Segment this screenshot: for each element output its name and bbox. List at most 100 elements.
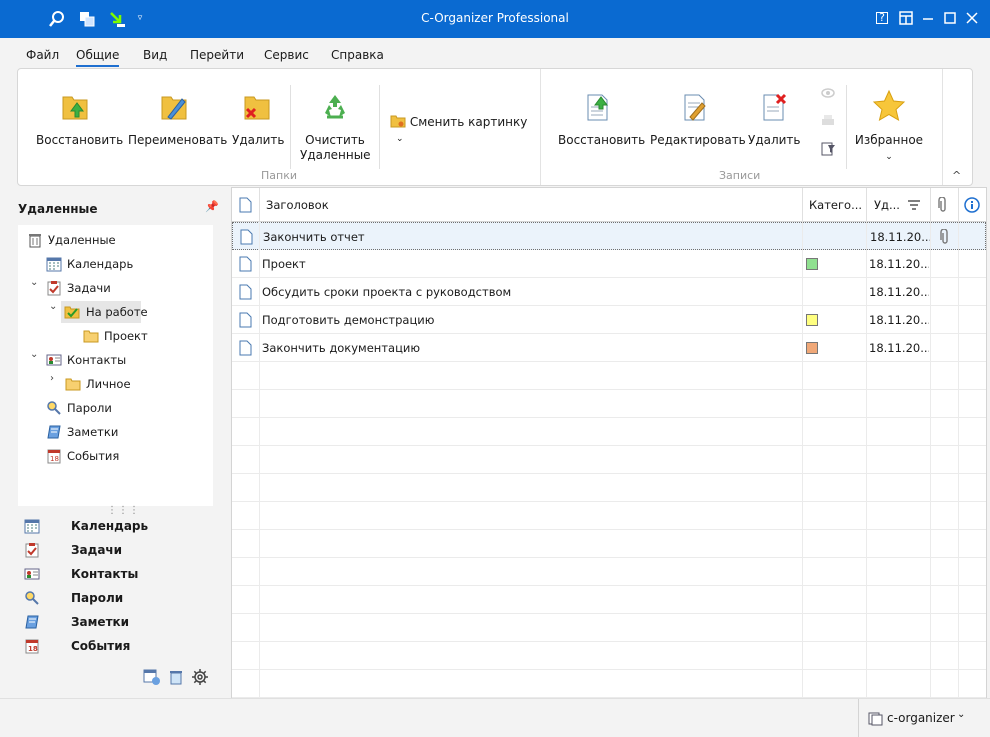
- table-row[interactable]: Закончить отчет 18.11.20...: [232, 222, 986, 250]
- restore-folder-button[interactable]: Восстановить: [36, 91, 123, 148]
- tasks-icon: [47, 281, 61, 296]
- pin-icon[interactable]: 📌: [205, 200, 219, 213]
- folder-delete-icon: [244, 96, 270, 120]
- ribbon-separator: [290, 85, 291, 169]
- minimize-icon[interactable]: [920, 10, 936, 26]
- database-selector[interactable]: c-organizer ⌄: [858, 699, 978, 737]
- grid-header: Заголовок Катего... Уд...: [232, 188, 986, 222]
- records-group-label: Записи: [719, 169, 761, 182]
- notes-icon: [25, 615, 39, 629]
- recycle-icon: [325, 95, 345, 119]
- chevron-down-icon[interactable]: ⌄: [30, 277, 38, 288]
- tree-item-label: Пароли: [67, 401, 112, 415]
- menu-go[interactable]: Перейти: [190, 48, 244, 62]
- chevron-down-icon: ⌄: [885, 152, 893, 162]
- calendar-settings-icon[interactable]: [143, 668, 161, 686]
- layout-icon[interactable]: [898, 10, 914, 26]
- window-title: C-Organizer Professional: [421, 11, 569, 25]
- row-date: 18.11.20...: [869, 285, 929, 299]
- favorites-button[interactable]: Избранное ⌄: [854, 89, 924, 165]
- restore-record-button[interactable]: Восстановить: [558, 91, 645, 148]
- folder-icon: [65, 378, 81, 391]
- nav-label: Задачи: [71, 543, 123, 557]
- folder-rename-icon: [161, 96, 187, 120]
- favorites-label: Избранное: [854, 133, 924, 147]
- table-row[interactable]: Проект 18.11.20...: [232, 250, 986, 278]
- gear-icon[interactable]: [191, 668, 209, 686]
- menu-help[interactable]: Справка: [331, 48, 384, 62]
- folder-icon: [83, 330, 99, 343]
- column-deleted-date[interactable]: Уд...: [874, 188, 900, 222]
- menu-service[interactable]: Сервис: [264, 48, 309, 62]
- table-row[interactable]: Обсудить сроки проекта с руководством 18.…: [232, 278, 986, 306]
- delete-record-button[interactable]: Удалить: [748, 91, 801, 148]
- column-divider: [930, 222, 931, 697]
- paperclip-icon[interactable]: [940, 229, 950, 245]
- passwords-icon: [47, 401, 61, 415]
- empty-row: [232, 474, 986, 502]
- chevron-down-icon[interactable]: ⌄: [30, 349, 38, 360]
- column-divider: [259, 222, 260, 697]
- calendar-icon: [24, 519, 40, 534]
- tree-item-label: Проект: [104, 329, 148, 343]
- change-picture-button[interactable]: Сменить картинку ⌄: [390, 114, 530, 147]
- document-icon: [239, 256, 252, 272]
- maximize-icon[interactable]: [942, 10, 958, 26]
- events-icon: 18: [25, 639, 39, 654]
- empty-row: [232, 362, 986, 390]
- column-divider: [930, 188, 931, 222]
- database-name: c-organizer: [887, 711, 955, 725]
- help-icon[interactable]: ?: [876, 12, 888, 24]
- ribbon: Восстановить Переименовать Удалить Очист…: [17, 68, 973, 186]
- nav-label: Пароли: [71, 591, 124, 605]
- ribbon-group-divider: [942, 69, 943, 185]
- table-row[interactable]: Закончить документацию 18.11.20...: [232, 334, 986, 362]
- svg-text:18: 18: [28, 645, 38, 653]
- column-category[interactable]: Катего...: [809, 188, 862, 222]
- nav-label: События: [71, 639, 131, 653]
- rename-folder-button[interactable]: Переименовать: [128, 91, 227, 148]
- menu-view[interactable]: Вид: [143, 48, 167, 62]
- tree-item-label: Контакты: [67, 353, 127, 367]
- tree-item-at-work[interactable]: На работе: [61, 301, 148, 323]
- empty-row: [232, 642, 986, 670]
- recycle-bin-icon[interactable]: [167, 668, 185, 686]
- table-row[interactable]: Подготовить демонстрацию 18.11.20...: [232, 306, 986, 334]
- status-bar: c-organizer ⌄: [0, 698, 990, 737]
- delete-record-label: Удалить: [748, 133, 801, 147]
- row-date: 18.11.20...: [869, 341, 929, 355]
- delete-folder-button[interactable]: Удалить: [232, 91, 285, 148]
- folder-restore-icon: [62, 96, 88, 120]
- document-filter-icon[interactable]: [820, 141, 836, 157]
- collapse-ribbon-icon[interactable]: ^: [952, 169, 961, 182]
- folder-tree: Удаленные Календарь ⌄ Задачи ⌄ На работе…: [18, 225, 213, 506]
- column-divider: [958, 222, 959, 697]
- chevron-down-icon: ⌄: [396, 134, 404, 144]
- chevron-right-icon[interactable]: ›: [50, 373, 54, 384]
- tree-item-label: Заметки: [67, 425, 119, 439]
- tree-item-label: Удаленные: [48, 233, 116, 247]
- records-grid: Заголовок Катего... Уд... Закончить отче…: [231, 187, 987, 698]
- close-icon[interactable]: [964, 10, 980, 26]
- column-divider: [866, 188, 867, 222]
- rename-folder-label: Переименовать: [128, 133, 228, 147]
- empty-deleted-button[interactable]: Очистить Удаленные: [300, 91, 371, 163]
- edit-record-button[interactable]: Редактировать: [650, 91, 746, 148]
- menu-general[interactable]: Общие: [76, 48, 120, 67]
- empty-row: [232, 502, 986, 530]
- folder-picture-icon: [390, 115, 406, 128]
- document-edit-icon: [684, 94, 706, 121]
- chevron-down-icon[interactable]: ⌄: [49, 301, 57, 312]
- tree-item-label: События: [67, 449, 120, 463]
- empty-row: [232, 530, 986, 558]
- column-title[interactable]: Заголовок: [266, 188, 329, 222]
- tasks-icon: [25, 543, 39, 558]
- empty-row: [232, 586, 986, 614]
- document-icon: [239, 197, 252, 213]
- menu-file[interactable]: Файл: [26, 48, 59, 62]
- nav-label: Контакты: [71, 567, 139, 581]
- nav-label: Заметки: [71, 615, 130, 629]
- contacts-icon: [46, 354, 62, 366]
- sort-filter-icon[interactable]: [908, 200, 920, 210]
- title-bar: ▿ C-Organizer Professional ?: [0, 0, 990, 38]
